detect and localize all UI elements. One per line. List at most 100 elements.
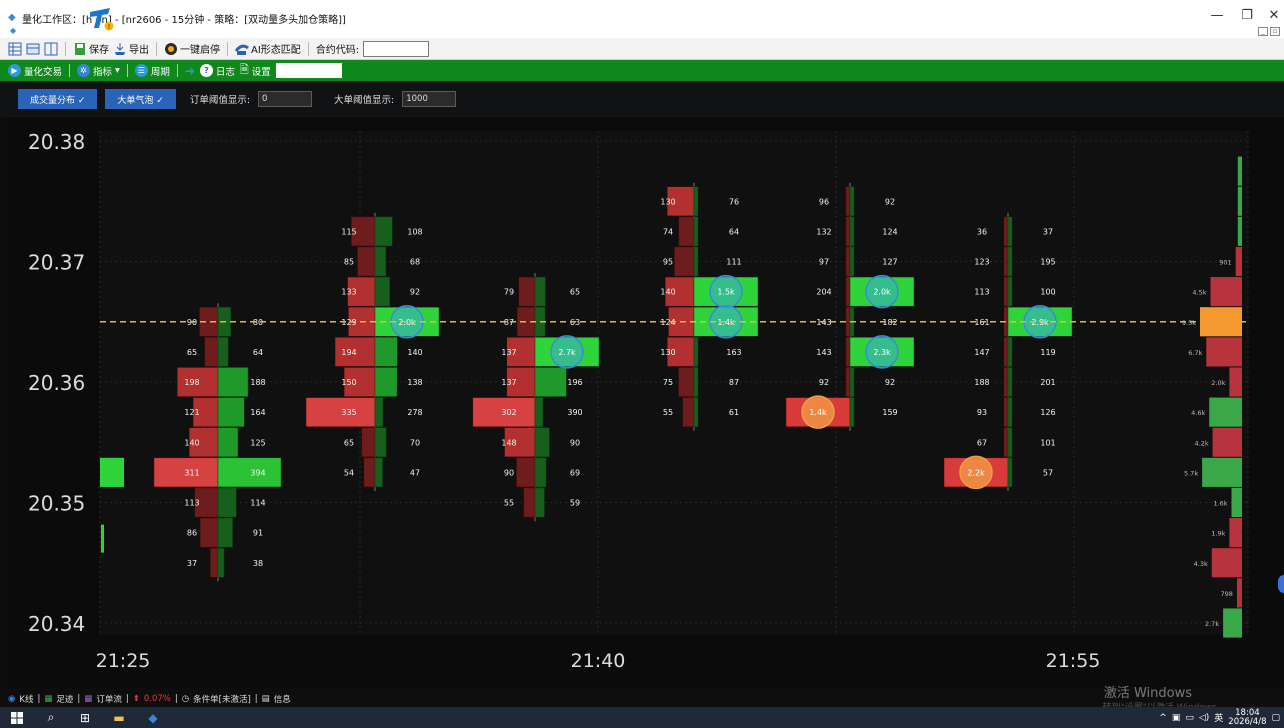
bid-volume-label: 65 (187, 348, 197, 357)
contract-code-input[interactable] (363, 40, 430, 57)
condition-order-status[interactable]: 条件单[未激活] (193, 693, 251, 705)
bid-volume-bar (363, 457, 376, 488)
bid-volume-label: 96 (819, 197, 829, 206)
footprint-chart[interactable]: 20.38 20.37 20.36 20.35 20.34 21:25 21:40 21:55… (8, 117, 1284, 687)
volume-profile-label: 901 (1219, 259, 1231, 267)
y-tick-label: 20.36 (28, 371, 85, 395)
ask-volume-label: 138 (407, 378, 422, 387)
bid-volume-label: 311 (184, 468, 199, 477)
close-button[interactable]: ✕ (1263, 8, 1284, 23)
inner-minimize-icon[interactable]: _ (1258, 27, 1268, 36)
ask-volume-label: 38 (253, 559, 263, 568)
export-icon (115, 42, 125, 55)
ai-pattern-button[interactable]: AI形态匹配 (235, 41, 301, 56)
ask-volume-label: 92 (885, 378, 895, 387)
volume-profile-label: 4.3k (1194, 560, 1208, 568)
clock[interactable]: 18:04 2026/4/8 (1228, 708, 1266, 727)
search-icon[interactable]: ⌕ (34, 707, 68, 728)
ask-volume-bar (534, 457, 547, 488)
ask-volume-bar (849, 186, 855, 217)
partial-ask-bar (100, 457, 124, 487)
tray-app-icon[interactable]: ▣ (1172, 713, 1181, 723)
export-button[interactable]: 导出 (113, 41, 149, 56)
save-button[interactable]: 保存 (73, 41, 109, 56)
footprint-tab[interactable]: 足迹 (56, 693, 73, 705)
ask-volume-bar (693, 397, 699, 427)
bid-volume-bar (674, 246, 695, 277)
change-percent: 0.07% (143, 693, 171, 704)
ask-volume-label: 92 (410, 288, 420, 297)
app-taskbar-icon[interactable]: ◆ (136, 707, 170, 728)
toolbar-separator (307, 41, 309, 56)
inner-restore-icon[interactable]: ▫ (1270, 27, 1280, 36)
file-explorer-icon[interactable]: ▬ (102, 707, 136, 728)
bid-volume-label: 140 (184, 438, 199, 447)
ask-volume-bar (693, 367, 699, 397)
ask-volume-label: 64 (729, 227, 739, 236)
indicator-button[interactable]: ✲ 指标 ▾ (77, 64, 120, 78)
ask-volume-label: 114 (250, 499, 265, 508)
big-order-bubble-label: 2.2k (967, 468, 985, 477)
minimize-button[interactable]: — (1206, 8, 1228, 23)
big-order-bubble-toggle[interactable]: 大单气泡 ✓ (105, 89, 176, 109)
ask-volume-bar (534, 487, 545, 518)
table-icon[interactable] (26, 42, 40, 56)
greenbar-separator (176, 64, 178, 77)
volume-profile-label: 798 (1221, 590, 1233, 598)
status-separator: | (254, 693, 258, 704)
x-tick-label: 21:55 (1046, 650, 1101, 672)
bid-volume-bar (523, 487, 536, 518)
order-threshold-input[interactable]: 0 (258, 91, 313, 107)
bid-volume-label: 188 (974, 378, 989, 387)
volume-profile-bar (1212, 427, 1242, 457)
notification-icon[interactable]: ▢ (1271, 713, 1280, 723)
log-button[interactable]: ? 日志 (199, 64, 235, 78)
bid-volume-bar (1003, 397, 1009, 427)
volume-distribution-toggle[interactable]: 成交量分布 ✓ (18, 89, 98, 109)
bid-volume-label: 137 (501, 378, 516, 387)
settings-button[interactable]: 🗎 设置 (240, 61, 271, 80)
bid-volume-label: 150 (341, 378, 356, 387)
restore-button[interactable]: ❐ (1236, 8, 1258, 23)
bid-volume-label: 130 (660, 348, 675, 357)
split-view-icon[interactable] (44, 42, 58, 56)
bid-volume-bar (204, 337, 219, 367)
ask-volume-bar (1007, 397, 1013, 427)
ask-volume-label: 394 (250, 468, 265, 477)
chevron-up-icon[interactable]: ^ (1159, 713, 1167, 723)
period-button[interactable]: ☰ 周期 (134, 64, 170, 78)
input-language[interactable]: 英 (1214, 711, 1223, 724)
task-view-icon[interactable]: ⊞ (68, 707, 102, 728)
volume-profile-label: 2.0k (1211, 379, 1225, 387)
grid-icon[interactable] (8, 42, 22, 56)
ask-volume-label: 126 (1040, 408, 1055, 417)
document-icon: 🗎 (239, 63, 249, 76)
bid-volume-bar (678, 216, 695, 247)
volume-profile-label: 4.5k (1192, 289, 1206, 297)
info-tab[interactable]: 信息 (274, 693, 291, 705)
greenbar-separator (126, 64, 128, 77)
volume-profile-label: 2.7k (1205, 620, 1219, 628)
bid-volume-label: 65 (344, 438, 354, 447)
app-small-logo-icon: ◆ (8, 12, 16, 23)
bid-volume-bar (845, 276, 851, 307)
big-order-threshold-input[interactable]: 1000 (402, 91, 457, 107)
kline-tab[interactable]: K线 (19, 693, 33, 705)
ask-volume-label: 90 (570, 438, 580, 447)
title-bar: ◆ 量化工作区：[h on] - [nr2606 - 15分钟 - 策略：[双动… (0, 0, 1284, 38)
one-click-toggle-button[interactable]: 一键启停 (164, 41, 220, 56)
arrow-button[interactable]: ➜ (185, 64, 195, 78)
ask-volume-bar (217, 337, 229, 367)
bid-volume-bar (845, 186, 851, 217)
greenbar-input[interactable] (275, 63, 342, 78)
orderflow-tab[interactable]: 订单流 (96, 693, 122, 705)
quant-trade-button[interactable]: ▶ 量化交易 (8, 64, 62, 78)
bid-volume-bar (1003, 276, 1009, 307)
ask-volume-label: 57 (1043, 468, 1053, 477)
volume-icon[interactable]: ◁) (1199, 713, 1209, 723)
bid-volume-bar (845, 306, 851, 337)
chart-canvas[interactable]: 20.38 20.37 20.36 20.35 20.34 21:25 21:40 21:55… (8, 117, 1284, 687)
side-handle[interactable] (1278, 575, 1284, 593)
network-icon[interactable]: ▭ (1185, 713, 1194, 723)
windows-start-icon[interactable] (0, 707, 34, 728)
